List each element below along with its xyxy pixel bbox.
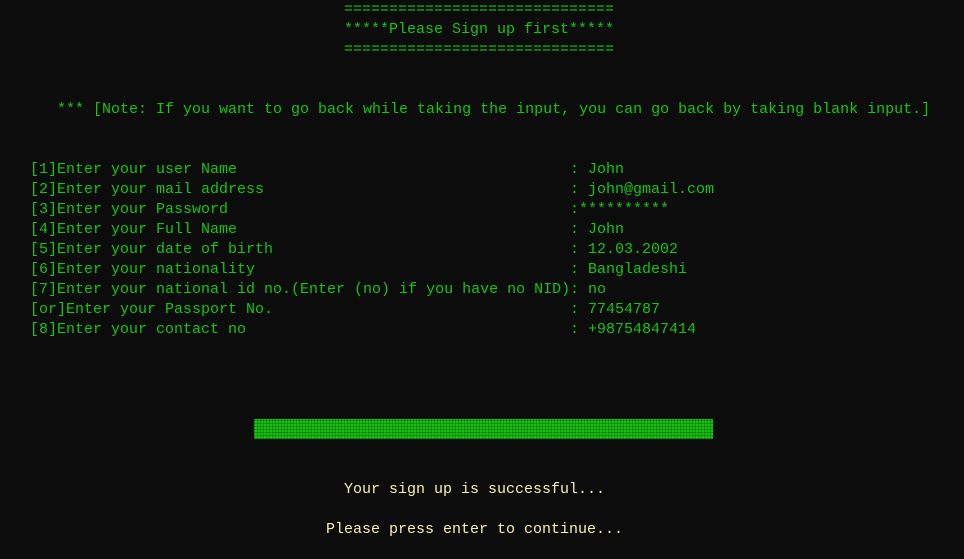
- separator: :: [570, 221, 589, 238]
- field-label: [or]Enter your Passport No.: [30, 301, 274, 318]
- fullname-value: John: [588, 221, 625, 238]
- field-value: : John: [570, 220, 624, 240]
- field-label: [8]Enter your contact no: [30, 321, 247, 338]
- contact-value: +98754847414: [588, 321, 697, 338]
- header-rule-bottom: ==============================: [344, 41, 615, 58]
- password-value: **********: [579, 201, 670, 218]
- page-title: *****Please Sign up first*****: [344, 21, 615, 38]
- username-value: John: [588, 161, 625, 178]
- email-value: john@gmail.com: [588, 181, 715, 198]
- continue-prompt: Please press enter to continue...: [326, 521, 624, 538]
- field-value: : 12.03.2002: [570, 240, 678, 260]
- passport-value: 77454787: [588, 301, 661, 318]
- separator: :: [570, 281, 589, 298]
- field-value: : john@gmail.com: [570, 180, 714, 200]
- field-value: :**********: [570, 200, 669, 220]
- dob-value: 12.03.2002: [588, 241, 679, 258]
- separator: :: [570, 261, 589, 278]
- separator: :: [570, 201, 580, 218]
- field-value: : +98754847414: [570, 320, 696, 340]
- field-value: : John: [570, 160, 624, 180]
- field-value: : Bangladeshi: [570, 260, 687, 280]
- header-rule-top: ==============================: [344, 1, 615, 18]
- field-label: [1]Enter your user Name: [30, 161, 238, 178]
- field-label: [6]Enter your nationality: [30, 261, 256, 278]
- field-label: [3]Enter your Password: [30, 201, 229, 218]
- progress-bar: [254, 419, 713, 439]
- separator: :: [570, 181, 589, 198]
- field-label: [4]Enter your Full Name: [30, 221, 238, 238]
- separator: :: [570, 161, 589, 178]
- field-value: : 77454787: [570, 300, 660, 320]
- field-label: [7]Enter your national id no.(Enter (no)…: [30, 281, 571, 298]
- nid-value: no: [588, 281, 607, 298]
- separator: :: [570, 321, 589, 338]
- separator: :: [570, 301, 589, 318]
- success-message: Your sign up is successful...: [344, 481, 606, 498]
- field-label: [5]Enter your date of birth: [30, 241, 274, 258]
- field-label: [2]Enter your mail address: [30, 181, 265, 198]
- separator: :: [570, 241, 589, 258]
- note-text: *** [Note: If you want to go back while …: [57, 101, 931, 118]
- nationality-value: Bangladeshi: [588, 261, 688, 278]
- field-value: : no: [570, 280, 606, 300]
